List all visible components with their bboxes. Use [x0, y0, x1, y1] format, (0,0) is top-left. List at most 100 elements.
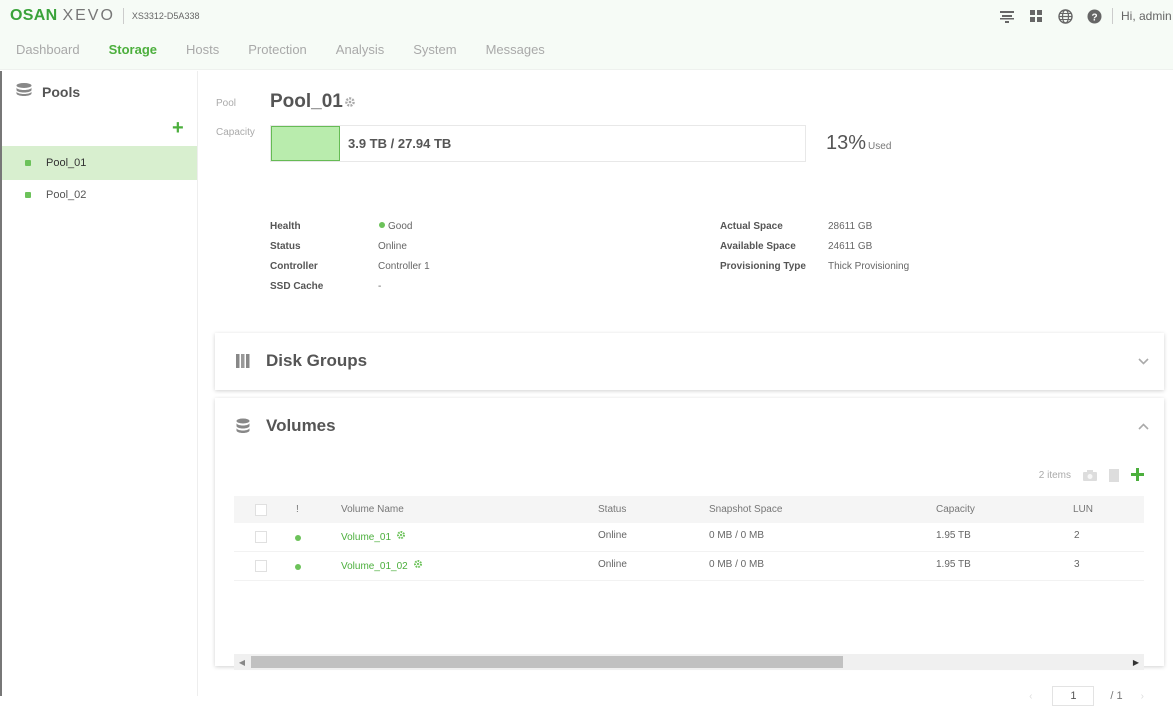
- pools-title: Pools: [42, 84, 81, 100]
- status-dot: [25, 160, 31, 166]
- info-value: Online: [378, 241, 407, 252]
- header-actions: ? Hi, admin: [999, 6, 1173, 26]
- capacity-bar: 3.9 TB / 27.94 TB: [270, 125, 806, 162]
- sidebar-item-pool-01[interactable]: Pool_01: [0, 146, 197, 180]
- sidebar-item-label: Pool_02: [46, 189, 87, 201]
- pools-sidebar: Pools + Pool_01 Pool_02: [0, 71, 198, 696]
- status-cell: Online: [598, 530, 627, 541]
- capacity-cell: 1.95 TB: [936, 559, 971, 570]
- volume-settings-gear-icon[interactable]: [413, 560, 423, 572]
- info-row-health: Health Good: [270, 221, 570, 235]
- column-header-capacity[interactable]: Capacity: [936, 504, 975, 515]
- disk-groups-title: Disk Groups: [266, 351, 368, 370]
- nav-storage[interactable]: Storage: [95, 42, 171, 57]
- volume-name-link[interactable]: Volume_01: [341, 532, 391, 543]
- info-key: Controller: [270, 261, 318, 272]
- nav-hosts[interactable]: Hosts: [172, 42, 233, 57]
- volume-name-cell: Volume_01: [341, 530, 406, 543]
- header-divider: [1112, 8, 1113, 24]
- used-percent-value: 13%: [826, 132, 867, 154]
- tasks-icon[interactable]: [999, 8, 1015, 24]
- sidebar-item-pool-02[interactable]: Pool_02: [0, 178, 197, 212]
- info-row-controller: Controller Controller 1: [270, 261, 570, 275]
- next-page-icon[interactable]: ›: [1141, 691, 1144, 702]
- user-greeting[interactable]: Hi, admin: [1121, 9, 1173, 23]
- nav-dashboard[interactable]: Dashboard: [0, 42, 94, 57]
- volumes-header[interactable]: Volumes: [215, 398, 1164, 454]
- column-header-volume-name[interactable]: Volume Name: [341, 504, 404, 515]
- volume-settings-gear-icon[interactable]: [396, 531, 406, 543]
- delete-trash-icon[interactable]: [1109, 468, 1119, 482]
- info-value: Thick Provisioning: [828, 261, 910, 272]
- info-key: Health: [270, 221, 301, 232]
- globe-icon[interactable]: [1057, 8, 1073, 24]
- status-cell: Online: [598, 559, 627, 570]
- top-bar: OSAN XEVO XS3312-D5A338 ? Hi, admin Dash…: [0, 0, 1173, 70]
- nav-analysis[interactable]: Analysis: [322, 42, 398, 57]
- apps-grid-icon[interactable]: [1028, 8, 1044, 24]
- capacity-label: Capacity: [216, 127, 255, 138]
- capacity-used-percent: 13% Used: [826, 132, 891, 155]
- items-count: 2 items: [1038, 469, 1071, 481]
- pool-settings-gear-icon[interactable]: [344, 96, 356, 111]
- info-value: 24611 GB: [828, 241, 873, 252]
- table-row: Volume_01 Online 0 MB / 0 MB 1.95 TB 2: [234, 523, 1144, 552]
- device-model: XS3312-D5A338: [131, 11, 200, 21]
- scrollbar-thumb[interactable]: [251, 656, 843, 668]
- brand-primary: OSAN: [10, 7, 58, 24]
- snapshot-cell: 0 MB / 0 MB: [709, 559, 765, 570]
- info-row-available-space: Available Space 24611 GB: [720, 241, 1020, 255]
- volumes-title: Volumes: [266, 416, 336, 435]
- health-value: Good: [388, 221, 413, 232]
- volume-name-link[interactable]: Volume_01_02: [341, 561, 408, 572]
- volumes-toolbar: 2 items: [1039, 468, 1144, 482]
- brand-divider: [122, 8, 124, 24]
- lun-cell: 3: [1074, 559, 1080, 570]
- scroll-right-arrow-icon[interactable]: ▶: [1128, 654, 1144, 670]
- chevron-up-icon[interactable]: [1138, 419, 1149, 433]
- nav-system[interactable]: System: [399, 42, 470, 57]
- add-volume-button[interactable]: [1131, 468, 1144, 482]
- scroll-left-arrow-icon[interactable]: ◀: [234, 654, 250, 670]
- pool-title: Pool_01: [270, 91, 343, 112]
- main-nav: Dashboard Storage Hosts Protection Analy…: [0, 42, 560, 57]
- info-row-provisioning-type: Provisioning Type Thick Provisioning: [720, 261, 1020, 275]
- status-dot: [295, 535, 301, 541]
- main-content: Pool Pool_01 Capacity 3.9 TB / 27.94 TB …: [199, 71, 1173, 706]
- brand-secondary: XEVO: [62, 7, 115, 24]
- disk-group-icon: [236, 353, 250, 369]
- volumes-panel: Volumes 2 items ! Volume Name Status Sna…: [215, 398, 1164, 706]
- capacity-cell: 1.95 TB: [936, 530, 971, 541]
- lun-cell: 2: [1074, 530, 1080, 541]
- page-total: / 1: [1110, 690, 1123, 702]
- capacity-text: 3.9 TB / 27.94 TB: [348, 136, 452, 151]
- sidebar-item-label: Pool_01: [46, 157, 87, 169]
- column-header-alert: !: [296, 504, 299, 515]
- info-key: Actual Space: [720, 221, 783, 232]
- disk-groups-header[interactable]: Disk Groups: [215, 333, 1164, 389]
- nav-messages[interactable]: Messages: [472, 42, 559, 57]
- snapshot-cell: 0 MB / 0 MB: [709, 530, 765, 541]
- horizontal-scrollbar[interactable]: ◀ ▶: [234, 654, 1144, 670]
- column-header-lun[interactable]: LUN: [1073, 504, 1093, 515]
- info-value: Controller 1: [378, 261, 430, 272]
- row-checkbox[interactable]: [255, 531, 267, 543]
- info-row-actual-space: Actual Space 28611 GB: [720, 221, 1020, 235]
- chevron-down-icon[interactable]: [1138, 354, 1149, 368]
- column-header-snapshot-space[interactable]: Snapshot Space: [709, 504, 782, 515]
- prev-page-icon[interactable]: ‹: [1029, 691, 1032, 702]
- nav-protection[interactable]: Protection: [234, 42, 321, 57]
- snapshot-camera-icon[interactable]: [1083, 469, 1097, 481]
- column-header-status[interactable]: Status: [598, 504, 626, 515]
- info-value: -: [378, 281, 382, 292]
- info-value: Good: [379, 221, 412, 232]
- add-pool-button[interactable]: +: [172, 118, 184, 138]
- info-row-status: Status Online: [270, 241, 570, 255]
- info-key: SSD Cache: [270, 281, 324, 292]
- info-key: Provisioning Type: [720, 261, 806, 272]
- disk-groups-panel: Disk Groups: [215, 333, 1164, 390]
- help-icon[interactable]: ?: [1086, 8, 1102, 24]
- page-number-input[interactable]: [1052, 686, 1095, 706]
- row-checkbox[interactable]: [255, 560, 267, 572]
- select-all-checkbox[interactable]: [255, 504, 267, 516]
